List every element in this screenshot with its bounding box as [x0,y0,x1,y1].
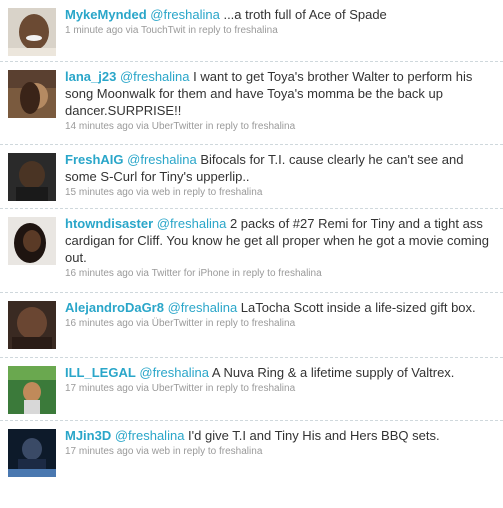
tweet-username[interactable]: MJin3D [65,428,111,443]
tweet-meta: 17 minutes ago via web in reply to fresh… [65,445,495,459]
reply-label: in reply to [202,383,252,394]
tweet-source[interactable]: Twitter for iPhone [152,268,230,279]
tweet-mention[interactable]: @freshalina [127,152,197,167]
tweet-source[interactable]: TouchTwit [141,25,185,36]
tweet-body: AlejandroDaGr8 @freshalina LaTocha Scott… [65,299,495,316]
avatar[interactable] [8,366,56,414]
tweet-text: I'd give T.I and Tiny His and Hers BBQ s… [184,428,440,443]
tweet-username[interactable]: lana_j23 [65,69,116,84]
tweet-timestamp[interactable]: 15 minutes ago [65,187,133,198]
tweet-username[interactable]: MykeMynded [65,7,147,22]
tweet-source[interactable]: UberTwitter [152,121,203,132]
tweet-feed: MykeMynded @freshalina ...a troth full o… [0,0,503,488]
tweet-mention[interactable]: @freshalina [150,7,220,22]
tweet-username[interactable]: ILL_LEGAL [65,365,136,380]
reply-to-link[interactable]: freshalina [219,187,262,198]
tweet-mention[interactable]: @freshalina [139,365,209,380]
tweet-timestamp[interactable]: 16 minutes ago [65,318,133,329]
tweet-meta: 16 minutes ago via Twitter for iPhone in… [65,267,495,281]
avatar[interactable] [8,153,56,201]
tweet-timestamp[interactable]: 14 minutes ago [65,121,133,132]
tweet-meta: 17 minutes ago via UberTwitter in reply … [65,382,495,396]
tweet-meta: 1 minute ago via TouchTwit in reply to f… [65,24,495,38]
via-label: via [122,25,141,36]
tweet-source[interactable]: UberTwitter [152,383,203,394]
tweet-mention[interactable]: @freshalina [120,69,190,84]
via-label: via [133,383,152,394]
avatar[interactable] [8,70,56,118]
tweet-body: lana_j23 @freshalina I want to get Toya'… [65,68,495,119]
reply-to-link[interactable]: freshalina [252,383,295,394]
tweet-source[interactable]: web [152,446,170,457]
via-label: via [133,268,152,279]
reply-label: in reply to [202,318,252,329]
tweet-meta: 16 minutes ago via ÜberTwitter in reply … [65,317,495,331]
avatar[interactable] [8,429,56,477]
avatar[interactable] [8,301,56,349]
tweet-mention[interactable]: @freshalina [168,300,238,315]
reply-label: in reply to [170,446,220,457]
tweet-timestamp[interactable]: 1 minute ago [65,25,123,36]
tweet-body: MykeMynded @freshalina ...a troth full o… [65,6,495,23]
tweet-item: lana_j23 @freshalina I want to get Toya'… [0,62,503,145]
tweet-item: MJin3D @freshalina I'd give T.I and Tiny… [0,421,503,488]
reply-label: in reply to [185,25,235,36]
via-label: via [133,318,152,329]
tweet-text: ...a troth full of Ace of Spade [219,7,387,22]
tweet-item: htowndisaster @freshalina 2 packs of #27… [0,209,503,293]
tweet-mention[interactable]: @freshalina [115,428,185,443]
tweet-text: Bifocals for T.I. cause clearly he can't… [65,152,464,184]
tweet-text: A Nuva Ring & a lifetime supply of Valtr… [208,365,455,380]
tweet-timestamp[interactable]: 17 minutes ago [65,446,133,457]
via-label: via [133,187,152,198]
reply-label: in reply to [202,121,252,132]
reply-label: in reply to [170,187,220,198]
reply-label: in reply to [229,268,279,279]
via-label: via [133,121,152,132]
tweet-item: ILL_LEGAL @freshalina A Nuva Ring & a li… [0,358,503,421]
reply-to-link[interactable]: freshalina [234,25,277,36]
tweet-username[interactable]: AlejandroDaGr8 [65,300,164,315]
avatar[interactable] [8,8,56,56]
reply-to-link[interactable]: freshalina [252,318,295,329]
tweet-body: FreshAIG @freshalina Bifocals for T.I. c… [65,151,495,185]
tweet-source[interactable]: ÜberTwitter [152,318,203,329]
tweet-meta: 14 minutes ago via UberTwitter in reply … [65,120,495,134]
tweet-mention[interactable]: @freshalina [157,216,227,231]
tweet-text: LaTocha Scott inside a life-sized gift b… [237,300,476,315]
tweet-source[interactable]: web [152,187,170,198]
tweet-body: ILL_LEGAL @freshalina A Nuva Ring & a li… [65,364,495,381]
tweet-timestamp[interactable]: 17 minutes ago [65,383,133,394]
tweet-username[interactable]: FreshAIG [65,152,124,167]
avatar[interactable] [8,217,56,265]
tweet-body: MJin3D @freshalina I'd give T.I and Tiny… [65,427,495,444]
tweet-meta: 15 minutes ago via web in reply to fresh… [65,186,495,200]
tweet-item: MykeMynded @freshalina ...a troth full o… [0,0,503,62]
tweet-timestamp[interactable]: 16 minutes ago [65,268,133,279]
tweet-username[interactable]: htowndisaster [65,216,153,231]
reply-to-link[interactable]: freshalina [278,268,321,279]
reply-to-link[interactable]: freshalina [219,446,262,457]
via-label: via [133,446,152,457]
tweet-item: FreshAIG @freshalina Bifocals for T.I. c… [0,145,503,209]
tweet-item: AlejandroDaGr8 @freshalina LaTocha Scott… [0,293,503,358]
reply-to-link[interactable]: freshalina [252,121,295,132]
tweet-body: htowndisaster @freshalina 2 packs of #27… [65,215,495,266]
